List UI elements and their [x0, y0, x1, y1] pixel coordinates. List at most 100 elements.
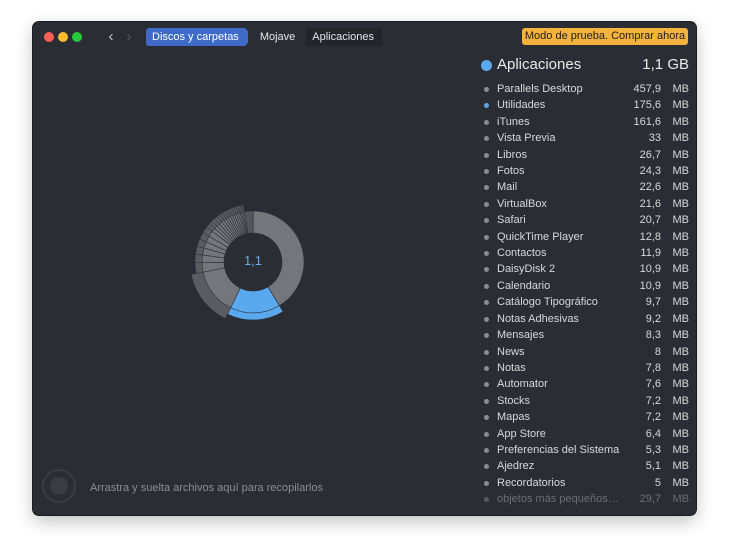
list-item[interactable]: Stocks 7,2 MB: [481, 394, 689, 410]
item-name: DaisyDisk 2: [497, 263, 556, 276]
item-size: 10,9: [639, 279, 661, 292]
item-unit: MB: [672, 99, 690, 112]
item-unit: MB: [672, 165, 690, 178]
bullet-icon: [484, 447, 489, 453]
item-name: Mapas: [497, 411, 531, 424]
item-size: 21,6: [639, 197, 661, 210]
item-unit: MB: [672, 263, 690, 276]
list-item[interactable]: Recordatorios 5 MB: [481, 476, 689, 492]
list-item[interactable]: Notas Adhesivas 9,2 MB: [481, 312, 689, 328]
bullet-icon: [484, 316, 489, 322]
item-name: Vista Previa: [497, 132, 556, 145]
bullet-icon: [484, 267, 489, 273]
list-item[interactable]: Notas 7,8 MB: [481, 361, 689, 377]
item-unit: MB: [672, 296, 690, 309]
bullet-icon: [484, 87, 489, 92]
item-unit: MB: [672, 378, 690, 391]
item-size: 26,7: [639, 148, 661, 161]
list-item[interactable]: Parallels Desktop 457,9 MB: [481, 82, 689, 98]
item-size: 24,3: [639, 165, 661, 178]
item-name: Mail: [497, 181, 518, 194]
list-item[interactable]: VirtualBox 21,6 MB: [481, 197, 689, 213]
list-item[interactable]: News 8 MB: [481, 345, 689, 361]
list-item[interactable]: Automator 7,6 MB: [481, 377, 689, 393]
list-item[interactable]: Catálogo Tipográfico 9,7 MB: [481, 295, 689, 311]
forward-chevron-icon[interactable]: ›: [122, 28, 136, 46]
item-size: 8,3: [645, 329, 661, 342]
item-unit: MB: [672, 411, 690, 424]
list-item[interactable]: Fotos 24,3 MB: [481, 164, 689, 180]
item-name: Ajedrez: [497, 460, 535, 473]
item-name: Utilidades: [497, 99, 546, 112]
list-item[interactable]: App Store 6,4 MB: [481, 427, 689, 443]
back-chevron-icon[interactable]: ‹: [104, 28, 118, 46]
bullet-icon: [484, 185, 489, 191]
item-unit: MB: [672, 83, 690, 95]
item-size: 457,9: [633, 83, 661, 95]
list-item[interactable]: Contactos 11,9 MB: [481, 246, 689, 262]
folder-total-size: 1,1 GB: [642, 56, 689, 73]
item-unit: MB: [672, 132, 690, 145]
breadcrumb-applications[interactable]: Aplicaciones: [306, 28, 383, 46]
item-size: 161,6: [633, 115, 661, 128]
minimize-window-button[interactable]: [58, 32, 68, 42]
item-size: 10,9: [639, 263, 661, 276]
trial-buy-button[interactable]: Modo de prueba. Comprar ahora: [522, 28, 688, 45]
bullet-icon: [484, 333, 489, 339]
list-item[interactable]: DaisyDisk 2 10,9 MB: [481, 262, 689, 278]
item-size: 11,9: [640, 247, 661, 260]
item-size: 29,7: [639, 493, 661, 506]
folder-title: Aplicaciones: [497, 56, 582, 73]
item-size: 7,6: [645, 378, 661, 391]
item-unit: MB: [672, 279, 690, 292]
list-item[interactable]: QuickTime Player 12,8 MB: [481, 230, 689, 246]
list-header: Aplicaciones 1,1 GB: [481, 56, 689, 78]
item-size: 12,8: [639, 230, 661, 243]
item-name: Automator: [497, 378, 548, 391]
list-item[interactable]: Libros 26,7 MB: [481, 148, 689, 164]
item-name: Recordatorios: [497, 476, 566, 489]
bullet-icon: [484, 497, 489, 503]
item-size: 20,7: [639, 214, 661, 227]
item-name: objetos más pequeños…: [497, 493, 619, 506]
list-item[interactable]: Mapas 7,2 MB: [481, 410, 689, 426]
list-item[interactable]: iTunes 161,6 MB: [481, 115, 689, 131]
item-name: Notas Adhesivas: [497, 312, 579, 325]
breadcrumb-disks[interactable]: Discos y carpetas: [146, 28, 253, 46]
item-unit: MB: [672, 214, 690, 227]
list-item[interactable]: Utilidades 175,6 MB: [481, 98, 689, 114]
list-item[interactable]: Safari 20,7 MB: [481, 213, 689, 229]
item-name: Notas: [497, 361, 526, 374]
list-item[interactable]: Vista Previa 33 MB: [481, 131, 689, 147]
list-item[interactable]: Ajedrez 5,1 MB: [481, 459, 689, 475]
item-name: News: [497, 345, 525, 358]
item-unit: MB: [672, 394, 690, 407]
item-size: 22,6: [639, 181, 661, 194]
item-unit: MB: [672, 148, 690, 161]
item-name: Parallels Desktop: [497, 83, 583, 95]
list-item[interactable]: Mensajes 8,3 MB: [481, 328, 689, 344]
bullet-icon: [484, 398, 489, 404]
item-name: Preferencias del Sistema: [497, 443, 620, 456]
bullet-icon: [484, 283, 489, 289]
item-size: 5,3: [645, 443, 661, 456]
app-window: ‹ › Discos y carpetas Mojave Aplicacione…: [33, 22, 696, 515]
item-unit: MB: [672, 427, 690, 440]
item-size: 7,2: [645, 394, 661, 407]
list-item[interactable]: objetos más pequeños… 29,7 MB: [481, 492, 689, 508]
list-item[interactable]: Calendario 10,9 MB: [481, 279, 689, 295]
item-size: 6,4: [645, 427, 661, 440]
zoom-window-button[interactable]: [72, 32, 82, 42]
drop-target-icon[interactable]: [42, 469, 76, 503]
list-item[interactable]: Preferencias del Sistema 5,3 MB: [481, 443, 689, 459]
item-unit: MB: [672, 361, 690, 374]
item-name: Mensajes: [497, 329, 545, 342]
close-window-button[interactable]: [44, 32, 54, 42]
item-size: 8: [654, 345, 661, 358]
item-unit: MB: [672, 345, 690, 358]
list-item[interactable]: Mail 22,6 MB: [481, 180, 689, 196]
item-unit: MB: [672, 460, 690, 473]
item-name: Libros: [497, 148, 527, 161]
breadcrumb-mojave[interactable]: Mojave: [247, 28, 304, 46]
bullet-icon: [484, 234, 489, 240]
